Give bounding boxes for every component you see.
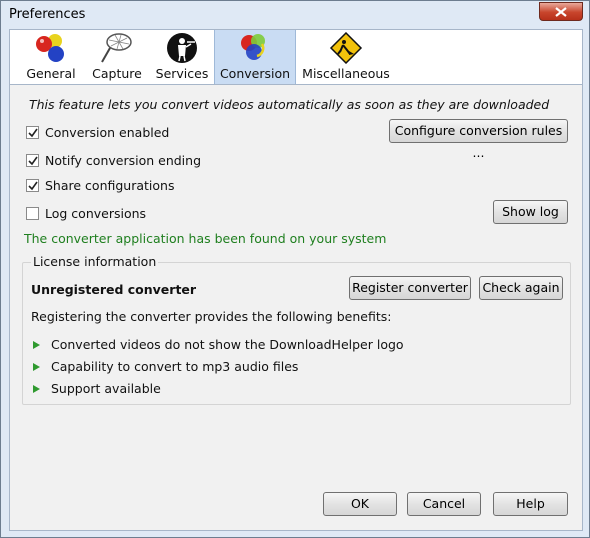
show-log-button[interactable]: Show log <box>493 200 568 224</box>
tab-strip: General Capture Services Conversion Misc… <box>9 29 583 85</box>
benefit-text: Capability to convert to mp3 audio files <box>51 359 299 374</box>
close-icon <box>555 7 567 17</box>
green-arrow-icon <box>33 384 40 393</box>
share-configurations-checkbox[interactable] <box>26 178 39 192</box>
window-title: Preferences <box>9 7 86 22</box>
checkmark-icon <box>28 156 38 165</box>
preferences-window: Preferences General Capture Services Con… <box>0 0 590 538</box>
conversion-enabled-checkbox[interactable] <box>26 125 39 139</box>
benefit-text: Converted videos do not show the Downloa… <box>51 337 404 352</box>
tab-miscellaneous[interactable]: Miscellaneous <box>296 30 396 84</box>
conversion-panel: This feature lets you convert videos aut… <box>9 85 583 531</box>
cancel-button[interactable]: Cancel <box>407 492 481 516</box>
road-works-icon <box>329 32 363 64</box>
green-arrow-icon <box>33 340 40 349</box>
tab-conversion[interactable]: Conversion <box>214 30 296 84</box>
tab-label: General <box>26 66 76 81</box>
license-group: License information Unregistered convert… <box>22 254 571 405</box>
benefit-item: Support available <box>33 381 161 396</box>
check-again-button[interactable]: Check again <box>479 276 563 300</box>
tab-capture[interactable]: Capture <box>86 30 148 84</box>
benefit-item: Converted videos do not show the Downloa… <box>33 337 404 352</box>
tab-label: Conversion <box>219 66 291 81</box>
tab-services[interactable]: Services <box>150 30 214 84</box>
checkmark-icon <box>28 128 38 137</box>
registration-status: Unregistered converter <box>31 282 197 297</box>
conversion-enabled-option[interactable]: Conversion enabled <box>26 124 169 140</box>
option-label: Share configurations <box>45 177 175 193</box>
benefits-intro: Registering the converter provides the f… <box>31 309 392 324</box>
waiter-icon <box>167 33 197 63</box>
close-button[interactable] <box>539 2 583 21</box>
option-label: Log conversions <box>45 205 147 221</box>
checkmark-icon <box>28 181 38 190</box>
help-button[interactable]: Help <box>493 492 568 516</box>
title-bar[interactable]: Preferences <box>1 1 589 29</box>
tab-general[interactable]: General <box>18 30 84 84</box>
converter-found-message: The converter application has been found… <box>24 231 387 246</box>
log-conversions-checkbox[interactable] <box>26 206 39 220</box>
tab-label: Services <box>155 66 209 81</box>
log-conversions-option[interactable]: Log conversions <box>26 205 146 221</box>
green-arrow-icon <box>33 362 40 371</box>
notify-conversion-option[interactable]: Notify conversion ending <box>26 152 201 168</box>
net-icon <box>101 33 132 63</box>
register-converter-button[interactable]: Register converter <box>349 276 471 300</box>
option-label: Conversion enabled <box>45 124 170 140</box>
benefit-item: Capability to convert to mp3 audio files <box>33 359 298 374</box>
feature-description: This feature lets you convert videos aut… <box>29 97 550 112</box>
share-configurations-option[interactable]: Share configurations <box>26 177 174 193</box>
tab-label: Miscellaneous <box>302 66 390 81</box>
conversion-balls-icon <box>241 34 265 60</box>
ok-button[interactable]: OK <box>323 492 397 516</box>
notify-conversion-checkbox[interactable] <box>26 153 39 167</box>
rgb-balls-icon <box>36 34 64 62</box>
tab-label: Capture <box>92 66 142 81</box>
option-label: Notify conversion ending <box>45 152 201 168</box>
configure-conversion-rules-button[interactable]: Configure conversion rules ... <box>389 119 568 160</box>
license-group-title: License information <box>31 254 159 269</box>
benefit-text: Support available <box>51 381 161 396</box>
